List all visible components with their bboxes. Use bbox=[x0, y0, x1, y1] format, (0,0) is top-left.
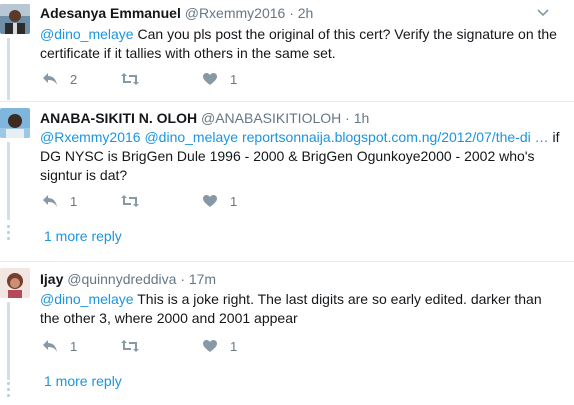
tweet-text: @dino_melaye This is a joke right. The l… bbox=[40, 290, 560, 328]
like-button[interactable]: 1 bbox=[202, 70, 237, 88]
tweet-text: @dino_melaye Can you pls post the origin… bbox=[40, 25, 560, 63]
reply-icon bbox=[42, 194, 58, 208]
author-name[interactable]: Ijay bbox=[40, 271, 63, 287]
like-count: 1 bbox=[230, 71, 238, 87]
reply-icon bbox=[42, 72, 58, 86]
retweet-icon bbox=[120, 72, 140, 86]
reply-button[interactable]: 2 bbox=[42, 70, 77, 88]
author-handle[interactable]: @quinnydreddiva bbox=[67, 271, 176, 287]
author-name[interactable]: Adesanya Emmanuel bbox=[40, 5, 181, 21]
reply-button[interactable]: 1 bbox=[42, 192, 77, 210]
tweet-actions: 2 1 bbox=[40, 70, 300, 88]
tweet-link[interactable]: @dino_melaye bbox=[40, 26, 134, 42]
avatar[interactable] bbox=[0, 268, 30, 298]
like-button[interactable]: 1 bbox=[202, 192, 237, 210]
reply-tweet-1[interactable]: Adesanya Emmanuel @Rxemmy2016 · 2h @dino… bbox=[0, 0, 574, 100]
timestamp[interactable]: · 17m bbox=[180, 271, 216, 287]
avatar[interactable] bbox=[0, 4, 30, 34]
reply-count: 2 bbox=[70, 71, 78, 87]
like-button[interactable]: 1 bbox=[202, 337, 237, 355]
tweet-link[interactable]: @dino_melaye bbox=[144, 129, 238, 145]
reply-icon bbox=[42, 339, 58, 353]
heart-icon bbox=[202, 72, 218, 86]
thread-dots bbox=[7, 382, 10, 400]
timestamp[interactable]: · 2h bbox=[289, 5, 313, 21]
tweet-header: Adesanya Emmanuel @Rxemmy2016 · 2h bbox=[40, 5, 313, 21]
reply-count: 1 bbox=[70, 338, 78, 354]
thread-line bbox=[7, 38, 10, 100]
tweet-link[interactable]: @Rxemmy2016 bbox=[40, 129, 141, 145]
retweet-icon bbox=[120, 339, 140, 353]
tweet-text: @Rxemmy2016 @dino_melaye reportsonnaija.… bbox=[40, 128, 560, 185]
thread-dots bbox=[7, 225, 10, 243]
reply-button[interactable]: 1 bbox=[42, 337, 77, 355]
like-count: 1 bbox=[230, 338, 238, 354]
retweet-icon bbox=[120, 194, 140, 208]
thread-line bbox=[7, 142, 10, 220]
more-replies-link[interactable]: 1 more reply bbox=[44, 228, 122, 244]
timestamp[interactable]: · 1h bbox=[345, 110, 369, 126]
reply-tweet-2[interactable]: ANABA-SIKITI N. OLOH @ANABASIKITIOLOH · … bbox=[0, 102, 574, 260]
heart-icon bbox=[202, 339, 218, 353]
tweet-actions: 1 1 bbox=[40, 192, 300, 210]
author-name[interactable]: ANABA-SIKITI N. OLOH bbox=[40, 110, 197, 126]
author-handle[interactable]: @ANABASIKITIOLOH bbox=[201, 110, 341, 126]
tweet-link[interactable]: @dino_melaye bbox=[40, 291, 134, 307]
retweet-button[interactable] bbox=[120, 337, 152, 355]
tweet-link[interactable]: … bbox=[535, 129, 549, 145]
tweet-header: Ijay @quinnydreddiva · 17m bbox=[40, 271, 216, 287]
tweet-link[interactable]: reportsonnaija.blogspot.com.ng/2012/07/t… bbox=[242, 129, 531, 145]
retweet-button[interactable] bbox=[120, 192, 152, 210]
reply-tweet-3[interactable]: Ijay @quinnydreddiva · 17m @dino_melaye … bbox=[0, 262, 574, 405]
tweet-header: ANABA-SIKITI N. OLOH @ANABASIKITIOLOH · … bbox=[40, 110, 369, 126]
like-count: 1 bbox=[230, 193, 238, 209]
author-handle[interactable]: @Rxemmy2016 bbox=[185, 5, 286, 21]
thread-line bbox=[7, 302, 10, 380]
chevron-down-icon[interactable] bbox=[536, 5, 550, 19]
heart-icon bbox=[202, 194, 218, 208]
reply-count: 1 bbox=[70, 193, 78, 209]
retweet-button[interactable] bbox=[120, 70, 152, 88]
tweet-actions: 1 1 bbox=[40, 337, 300, 355]
more-replies-link[interactable]: 1 more reply bbox=[44, 373, 122, 389]
avatar[interactable] bbox=[0, 108, 30, 138]
